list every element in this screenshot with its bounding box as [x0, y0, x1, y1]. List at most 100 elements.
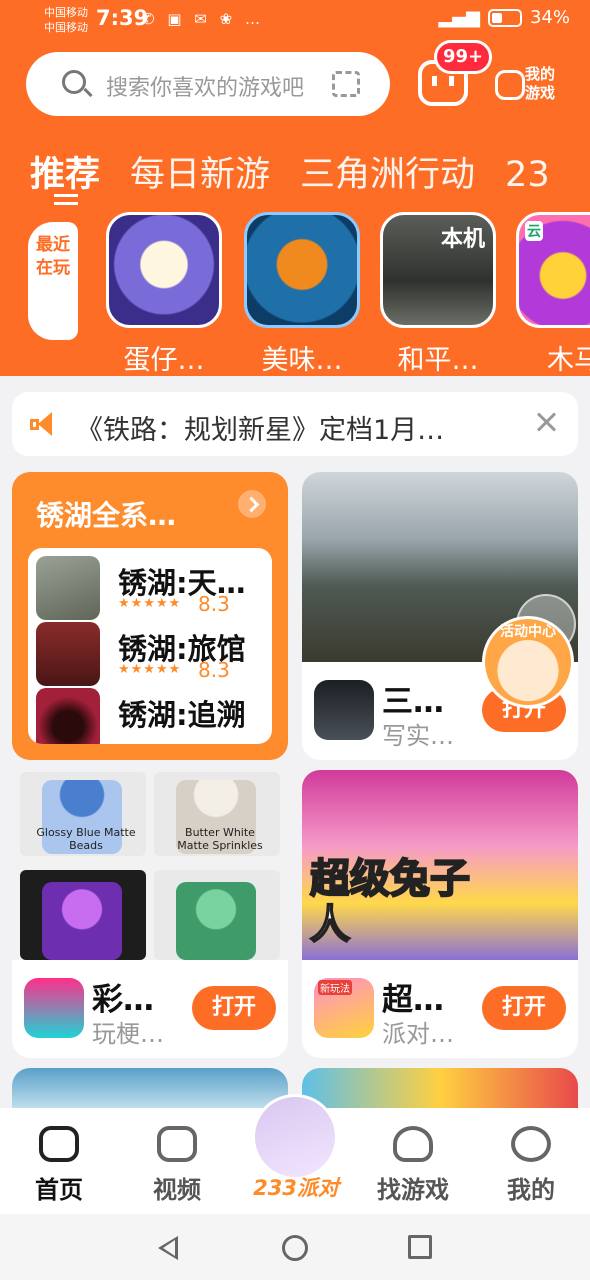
recent-games-row: 蛋仔… 美味… 本机 和平… 云 木马: [106, 212, 590, 382]
nav-label: 我的: [507, 1176, 555, 1204]
nav-party[interactable]: 233派对: [246, 1172, 346, 1202]
recents-icon[interactable]: [408, 1235, 432, 1259]
star-icon: [393, 1126, 433, 1162]
my-games-button[interactable]: 我的游戏: [495, 64, 565, 106]
clock: 7:39: [96, 6, 149, 30]
game-banner[interactable]: 超级兔子人: [302, 770, 578, 960]
nav-home[interactable]: 首页: [14, 1126, 104, 1205]
game-icon: [36, 688, 100, 744]
gamepad-icon: [39, 1126, 79, 1162]
game-name: 三…: [382, 684, 444, 720]
game-icon: 本机: [380, 212, 496, 328]
game-card[interactable]: 超级兔子人 新玩法 超… 派对… 打开: [302, 770, 578, 1058]
gamepad-icon: [495, 70, 525, 100]
nav-label: 首页: [35, 1176, 83, 1204]
new-tag: 新玩法: [318, 980, 352, 995]
tab-daily-new[interactable]: 每日新游: [130, 146, 270, 197]
slime-label: Butter White Matte Sprinkles: [177, 826, 263, 852]
collection-card[interactable]: 锈湖全系… 锈湖:天… ★★★★★ 8.3 锈湖:旅馆 ★★★★★ 8.3 锈湖…: [12, 472, 288, 760]
rating-value: 8.3: [198, 592, 230, 616]
open-button[interactable]: 打开: [192, 986, 276, 1030]
carrier-info: 中国移动 中国移动: [44, 5, 88, 35]
recent-label[interactable]: 最近在玩: [28, 222, 78, 340]
game-name: 锈湖:追溯: [118, 698, 246, 732]
rating-value: 8.3: [198, 658, 230, 682]
banner-title: 超级兔子人: [309, 855, 471, 949]
slime-jar-green: [176, 882, 256, 960]
open-button[interactable]: 打开: [482, 986, 566, 1030]
carrier-2: 中国移动: [44, 21, 88, 34]
category-tabs: 推荐 每日新游 三角洲行动 23: [30, 146, 580, 205]
star-rating: ★★★★★: [118, 596, 182, 611]
game-card[interactable]: Glossy Blue Matte Beads Butter White Mat…: [12, 770, 288, 1058]
list-item[interactable]: 锈湖:天… ★★★★★ 8.3: [36, 556, 272, 622]
recent-game[interactable]: 美味…: [244, 212, 360, 377]
search-input[interactable]: 搜索你喜欢的游戏吧: [106, 70, 304, 102]
notice-bar[interactable]: 《铁路：规划新星》定档1月…: [12, 392, 578, 456]
local-tag: 本机: [440, 227, 485, 252]
game-icon: 云: [516, 212, 590, 328]
game-name: 木马: [547, 345, 590, 376]
list-item[interactable]: 锈湖:旅馆 ★★★★★ 8.3: [36, 622, 272, 688]
game-name: 蛋仔…: [123, 345, 205, 376]
message-badge: 99+: [434, 40, 493, 74]
battery-level: 34%: [529, 7, 570, 28]
collection-list: 锈湖:天… ★★★★★ 8.3 锈湖:旅馆 ★★★★★ 8.3 锈湖:追溯: [28, 548, 272, 744]
game-icon: [36, 556, 100, 620]
speaker-icon: [30, 412, 56, 436]
battery-icon: [487, 8, 522, 27]
nav-label: 视频: [153, 1176, 201, 1204]
game-subtitle: 派对…: [382, 1020, 454, 1048]
slime-jar-purple: [42, 882, 122, 960]
nav-find-games[interactable]: 找游戏: [368, 1126, 458, 1205]
cloud-tag: 云: [525, 221, 543, 241]
notification-icons: ✆ ▣ ✉ ❀ …: [142, 10, 264, 28]
status-bar: 中国移动 中国移动 7:39 ✆ ▣ ✉ ❀ … ▂▄▆ 34%: [0, 0, 590, 40]
game-subtitle: 写实…: [382, 722, 454, 750]
tab-delta-force[interactable]: 三角洲行动: [300, 146, 475, 197]
game-icon: 新玩法: [314, 978, 374, 1038]
recent-game[interactable]: 云 木马: [516, 212, 590, 377]
game-name: 美味…: [261, 345, 343, 376]
activity-label: 活动中心: [500, 624, 556, 640]
nav-video[interactable]: 视频: [132, 1126, 222, 1205]
my-games-label: 我的游戏: [525, 65, 556, 102]
chevron-right-icon[interactable]: [238, 490, 266, 518]
game-name: 彩…: [92, 982, 154, 1018]
tab-233[interactable]: 23: [505, 155, 550, 195]
game-icon: [244, 212, 360, 328]
game-banner[interactable]: Glossy Blue Matte Beads Butter White Mat…: [12, 770, 288, 960]
message-icon: [432, 76, 454, 86]
search-bar[interactable]: 搜索你喜欢的游戏吧: [26, 52, 390, 116]
list-item[interactable]: 锈湖:追溯: [36, 688, 272, 744]
carrier-1: 中国移动: [44, 6, 88, 19]
star-rating: ★★★★★: [118, 662, 182, 677]
game-icon: [36, 622, 100, 686]
face-icon: [511, 1126, 551, 1162]
party-avatar[interactable]: [252, 1094, 338, 1180]
tv-icon: [157, 1126, 197, 1162]
recent-game[interactable]: 本机 和平…: [380, 212, 496, 377]
nav-me[interactable]: 我的: [486, 1126, 576, 1205]
home-icon[interactable]: [282, 1235, 308, 1261]
slime-label: Glossy Blue Matte Beads: [36, 826, 136, 852]
nav-label: 找游戏: [377, 1176, 449, 1204]
game-subtitle: 玩梗…: [92, 1020, 164, 1048]
game-icon: [106, 212, 222, 328]
game-icon: [314, 680, 374, 740]
activity-float-button[interactable]: 活动中心: [482, 616, 574, 708]
tab-recommend[interactable]: 推荐: [30, 146, 100, 205]
recent-game[interactable]: 蛋仔…: [106, 212, 222, 377]
signal-icon: ▂▄▆: [438, 7, 480, 28]
game-name: 超…: [382, 982, 444, 1018]
close-icon[interactable]: [534, 410, 558, 434]
search-icon: [62, 70, 86, 94]
notice-text[interactable]: 《铁路：规划新星》定档1月…: [76, 408, 516, 447]
collection-title: 锈湖全系…: [36, 499, 177, 532]
system-nav-bar: [0, 1214, 590, 1280]
back-icon[interactable]: [158, 1236, 178, 1260]
game-name: 和平…: [397, 345, 479, 376]
system-status: ▂▄▆ 34%: [438, 7, 570, 28]
scan-icon[interactable]: [332, 71, 360, 97]
game-icon: [24, 978, 84, 1038]
